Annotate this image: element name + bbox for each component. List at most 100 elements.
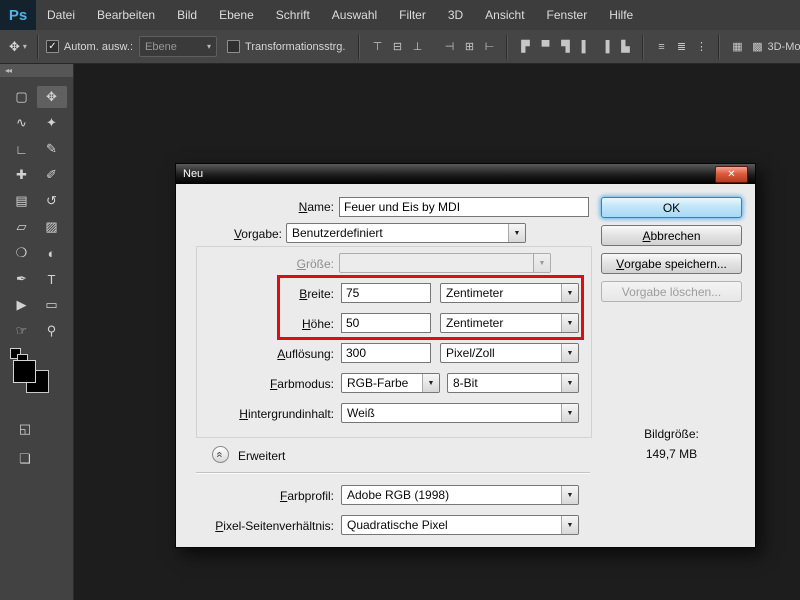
background-contents-label: Hintergrundinhalt: <box>239 407 334 421</box>
close-icon[interactable]: ✕ <box>715 165 748 183</box>
tool-type[interactable]: T <box>37 268 67 290</box>
save-preset-button[interactable]: Vorgabe speichern... <box>601 253 742 274</box>
cancel-button[interactable]: Abbrechen <box>601 225 742 246</box>
separator <box>358 34 361 59</box>
menu-item-datei[interactable]: Datei <box>36 0 86 30</box>
resolution-unit-value: Pixel/Zoll <box>446 346 495 360</box>
workspace-switcher-label[interactable]: 3D-Mod... <box>767 41 800 53</box>
tool-pen[interactable]: ✒ <box>7 268 37 290</box>
ok-button[interactable]: OK <box>601 197 742 218</box>
menu-item-ansicht[interactable]: Ansicht <box>474 0 535 30</box>
dialog-titlebar[interactable]: Neu ✕ <box>176 164 755 184</box>
menu-item-3d[interactable]: 3D <box>437 0 474 30</box>
resolution-unit-dropdown[interactable]: Pixel/Zoll <box>440 343 579 363</box>
distribute-heights-icon[interactable]: ≣ <box>671 38 691 56</box>
distribute-bottom-edges-icon[interactable]: ▜ <box>555 38 575 56</box>
align-top-edges-icon[interactable]: ⊤ <box>367 38 387 56</box>
auto-select-target-value: Ebene <box>145 40 177 53</box>
distribute-right-edges-icon[interactable]: ▙ <box>615 38 635 56</box>
resolution-label: Auflösung: <box>277 347 334 361</box>
delete-preset-button: Vorgabe löschen... <box>601 281 742 302</box>
tool-history-brush[interactable]: ↺ <box>37 190 67 212</box>
distribute-left-edges-icon[interactable]: ▌ <box>575 38 595 56</box>
foreground-color-swatch[interactable] <box>13 360 36 383</box>
chevron-down-icon: ▾ <box>22 42 27 51</box>
image-size-label: Bildgröße: <box>644 427 699 441</box>
align-bottom-edges-icon[interactable]: ⊥ <box>407 38 427 56</box>
size-dropdown <box>339 253 551 273</box>
color-mode-label: Farbmodus: <box>269 377 334 391</box>
auto-blend-icon[interactable]: ▩ <box>747 38 767 56</box>
color-profile-dropdown[interactable]: Adobe RGB (1998) <box>341 485 579 505</box>
align-right-edges-icon[interactable]: ⊢ <box>479 38 499 56</box>
auto-select-checkbox[interactable] <box>45 40 59 53</box>
tool-screen-mode[interactable]: ❏ <box>13 448 37 470</box>
color-mode-dropdown[interactable]: RGB-Farbe <box>341 373 440 393</box>
tool-hand[interactable]: ☞ <box>7 320 37 342</box>
height-input[interactable] <box>341 313 431 333</box>
collapse-panel-icon[interactable]: ◂◂ <box>0 64 73 77</box>
tool-gradient[interactable]: ▨ <box>37 216 67 238</box>
menu-item-hilfe[interactable]: Hilfe <box>598 0 644 30</box>
name-label: Name: <box>298 200 334 214</box>
toolbox-footer: ◱ ❏ <box>0 418 73 470</box>
distribute-top-edges-icon[interactable]: ▛ <box>515 38 535 56</box>
transform-controls-checkbox[interactable] <box>227 40 241 53</box>
bit-depth-value: 8-Bit <box>453 376 478 390</box>
align-horizontal-centers-icon[interactable]: ⊞ <box>459 38 479 56</box>
preset-dropdown[interactable]: Benutzerdefiniert <box>286 223 526 243</box>
menu-item-fenster[interactable]: Fenster <box>536 0 599 30</box>
tool-brush[interactable]: ✐ <box>37 164 67 186</box>
pixel-aspect-ratio-dropdown[interactable]: Quadratische Pixel <box>341 515 579 535</box>
distribute-vertical-centers-icon[interactable]: ▀ <box>535 38 555 56</box>
tool-crop[interactable]: ∟ <box>7 138 37 160</box>
tool-dodge[interactable]: ◐ <box>37 242 67 264</box>
background-contents-dropdown[interactable]: Weiß <box>341 403 579 423</box>
tool-zoom[interactable]: ⚲ <box>37 320 67 342</box>
tool-quick-selection[interactable]: ✦ <box>37 112 67 134</box>
tool-eyedropper[interactable]: ✎ <box>37 138 67 160</box>
tool-quick-mask[interactable]: ◱ <box>13 418 37 440</box>
align-left-edges-icon[interactable]: ⊣ <box>439 38 459 56</box>
height-label: Höhe: <box>301 317 334 331</box>
preset-label: Vorgabe: <box>233 227 282 241</box>
resolution-input[interactable] <box>341 343 431 363</box>
transform-controls-label: Transformationsstrg. <box>245 40 346 53</box>
menu-item-ebene[interactable]: Ebene <box>208 0 265 30</box>
tool-rectangular-marquee[interactable]: ▢ <box>7 86 37 108</box>
auto-select-target-dropdown[interactable]: Ebene ▾ <box>139 36 218 57</box>
distribute-horizontal-centers-icon[interactable]: ▐ <box>595 38 615 56</box>
tool-healing-brush[interactable]: ✚ <box>7 164 37 186</box>
bit-depth-dropdown[interactable]: 8-Bit <box>447 373 579 393</box>
width-label: Breite: <box>299 287 334 301</box>
menu-item-bearbeiten[interactable]: Bearbeiten <box>86 0 166 30</box>
tool-rectangle[interactable]: ▭ <box>37 294 67 316</box>
toolbox-panel: ◂◂ ▢ ✥ ∿ ✦ ∟ ✎ ✚ ✐ ▤ ↺ ▱ ▨ ❍ ◐ ✒ T ▶ ▭ ☞… <box>0 64 74 600</box>
color-profile-label: Farbprofil: <box>279 489 334 503</box>
width-unit-dropdown[interactable]: Zentimeter <box>440 283 579 303</box>
distribute-widths-icon[interactable]: ≡ <box>651 38 671 56</box>
tool-clone-stamp[interactable]: ▤ <box>7 190 37 212</box>
tool-lasso[interactable]: ∿ <box>7 112 37 134</box>
tool-path-selection[interactable]: ▶ <box>7 294 37 316</box>
align-vertical-centers-icon[interactable]: ⊟ <box>387 38 407 56</box>
tool-eraser[interactable]: ▱ <box>7 216 37 238</box>
distribute-spacing-icon[interactable]: ⋮ <box>691 38 711 56</box>
menu-item-auswahl[interactable]: Auswahl <box>321 0 388 30</box>
advanced-label: Erweitert <box>238 449 286 463</box>
pixel-aspect-ratio-value: Quadratische Pixel <box>347 518 448 532</box>
menu-item-bild[interactable]: Bild <box>166 0 208 30</box>
name-input[interactable] <box>339 197 589 217</box>
width-input[interactable] <box>341 283 431 303</box>
preset-value: Benutzerdefiniert <box>292 226 383 240</box>
auto-align-icon[interactable]: ▦ <box>727 38 747 56</box>
tool-move[interactable]: ✥ <box>36 86 67 108</box>
height-unit-dropdown[interactable]: Zentimeter <box>440 313 579 333</box>
separator <box>642 34 645 59</box>
menu-item-filter[interactable]: Filter <box>388 0 437 30</box>
menu-item-schrift[interactable]: Schrift <box>265 0 321 30</box>
color-profile-value: Adobe RGB (1998) <box>347 488 450 502</box>
advanced-toggle-icon[interactable] <box>212 446 229 463</box>
tool-preset-picker[interactable]: ✥ ▾ <box>6 39 30 55</box>
tool-blur[interactable]: ❍ <box>7 242 37 264</box>
